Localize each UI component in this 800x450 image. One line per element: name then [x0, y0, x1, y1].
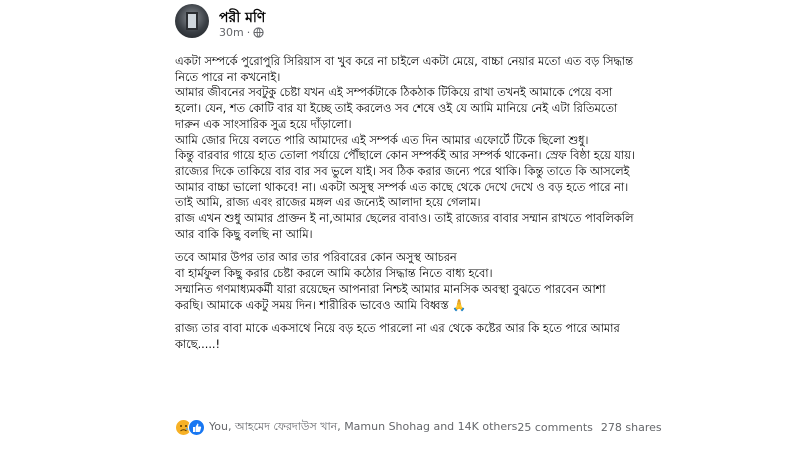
post-paragraph: আমি জোর দিয়ে বলতে পারি আমাদের এই সম্পর্… — [175, 133, 589, 147]
post-body: একটা সম্পর্কে পুরোপুরি সিরিয়াস বা খুব ক… — [175, 54, 635, 353]
reaction-icons[interactable] — [175, 418, 205, 436]
meta-separator: · — [246, 26, 251, 39]
post-paragraph: আমার জীবনের সবটুকু চেষ্টা যখন এই সম্পর্ক… — [175, 86, 618, 131]
post-paragraph: বা হার্মফুল কিছু করার চেষ্টা করলে আমি কঠ… — [175, 267, 493, 281]
comments-count[interactable]: 25 comments — [517, 421, 593, 434]
post-header: পরী মণি 30m · — [175, 4, 625, 48]
post-paragraph: তাই আমি, রাজ্য এবং রাজের মঙ্গল এর জন্যেই… — [175, 196, 481, 210]
post-paragraph: রাজ এখন শুধু আমার প্রাক্তন ই না,আমার ছেল… — [175, 212, 634, 241]
reactor-names[interactable]: You, আহমেদ ফেরদাউস খান, Mamun Shohag and… — [209, 418, 517, 437]
post-paragraph: কিন্তু বারবার গায়ে হাত তোলা পর্যায়ে পৌ… — [175, 149, 635, 163]
post-meta: 30m · — [219, 26, 264, 39]
post-stats: 25 comments 278 shares — [517, 421, 661, 434]
globe-icon — [253, 27, 264, 38]
post-paragraph: সম্মানিত গণমাধ্যমকর্মী যারা রয়েছেন আপনা… — [175, 282, 606, 312]
reactions-bar: You, আহমেদ ফেরদাউস খান, Mamun Shohag and… — [175, 418, 662, 437]
facebook-post: পরী মণি 30m · একটা সম্পর্কে পুরোপুরি সির… — [163, 0, 662, 450]
post-paragraph: রাজ্যের দিকে তাকিয়ে বার বার সব ভুলে যাই… — [175, 164, 630, 194]
like-reaction-icon — [188, 418, 205, 436]
shares-count[interactable]: 278 shares — [601, 421, 662, 434]
post-paragraph: একটা সম্পর্কে পুরোপুরি সিরিয়াস বা খুব ক… — [175, 55, 633, 84]
post-paragraph: রাজ্য তার বাবা মাকে একসাথে নিয়ে বড় হতে… — [175, 322, 620, 351]
avatar[interactable] — [175, 4, 209, 38]
post-time[interactable]: 30m — [219, 26, 244, 39]
post-paragraph: তবে আমার উপর তার আর তার পরিবারের কোন অসু… — [175, 251, 457, 265]
